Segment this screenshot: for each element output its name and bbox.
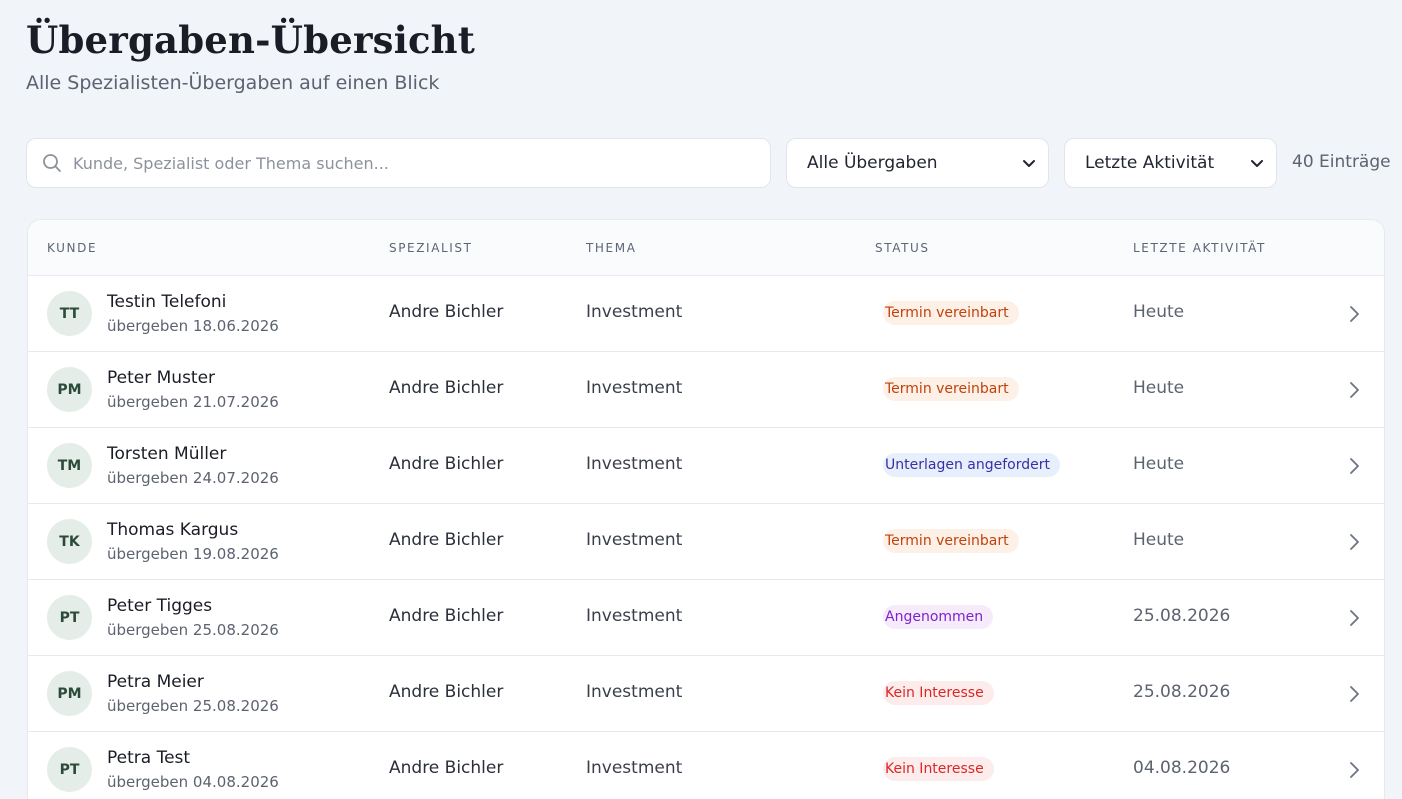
avatar: PM	[47, 671, 92, 716]
column-header-last-activity[interactable]: Letzte Aktivität	[1133, 241, 1266, 255]
topic: Investment	[586, 378, 683, 398]
page-title: Übergaben-Übersicht	[26, 18, 476, 62]
last-activity: Heute	[1133, 378, 1185, 398]
avatar: TM	[47, 443, 92, 488]
customer-name: Thomas Kargus	[107, 520, 239, 540]
customer-name: Petra Meier	[107, 672, 204, 692]
page-subtitle: Alle Spezialisten-Übergaben auf einen Bl…	[26, 72, 440, 94]
chevron-right-icon[interactable]	[1346, 532, 1362, 552]
avatar: PT	[47, 747, 92, 792]
specialist-name: Andre Bichler	[389, 378, 504, 398]
column-header-topic[interactable]: Thema	[586, 241, 637, 255]
table-row[interactable]: TT Testin Telefoni übergeben 18.06.2026 …	[28, 276, 1384, 352]
entry-count: 40 Einträge	[1292, 152, 1391, 172]
topic: Investment	[586, 530, 683, 550]
column-header-status[interactable]: Status	[875, 241, 930, 255]
customer-name: Petra Test	[107, 748, 191, 768]
table-row[interactable]: PT Peter Tigges übergeben 25.08.2026 And…	[28, 580, 1384, 656]
column-header-specialist[interactable]: Spezialist	[389, 241, 473, 255]
specialist-name: Andre Bichler	[389, 606, 504, 626]
last-activity: Heute	[1133, 530, 1185, 550]
table-row[interactable]: TK Thomas Kargus übergeben 19.08.2026 An…	[28, 504, 1384, 580]
chevron-right-icon[interactable]	[1346, 456, 1362, 476]
last-activity: 04.08.2026	[1133, 758, 1231, 778]
handover-date: übergeben 04.08.2026	[107, 773, 279, 791]
chevron-down-icon	[1022, 156, 1036, 170]
table-row[interactable]: PM Petra Meier übergeben 25.08.2026 Andr…	[28, 656, 1384, 732]
handover-date: übergeben 24.07.2026	[107, 469, 279, 487]
search-box[interactable]	[26, 138, 771, 188]
status-badge: Angenommen	[883, 605, 994, 629]
avatar: PM	[47, 367, 92, 412]
customer-name: Testin Telefoni	[107, 292, 227, 312]
chevron-right-icon[interactable]	[1346, 684, 1362, 704]
specialist-name: Andre Bichler	[389, 758, 504, 778]
avatar: TK	[47, 519, 92, 564]
handover-table: Kunde Spezialist Thema Status Letzte Akt…	[27, 219, 1385, 799]
specialist-name: Andre Bichler	[389, 530, 504, 550]
status-badge: Kein Interesse	[883, 757, 994, 781]
avatar: TT	[47, 291, 92, 336]
table-header: Kunde Spezialist Thema Status Letzte Akt…	[28, 220, 1384, 276]
search-input[interactable]	[73, 139, 770, 187]
chevron-down-icon	[1250, 156, 1264, 170]
chevron-right-icon[interactable]	[1346, 760, 1362, 780]
handover-filter-select[interactable]: Alle Übergaben	[786, 138, 1049, 188]
status-badge: Termin vereinbart	[883, 301, 1019, 325]
specialist-name: Andre Bichler	[389, 302, 504, 322]
customer-name: Torsten Müller	[107, 444, 227, 464]
search-icon	[41, 152, 63, 174]
handover-date: übergeben 19.08.2026	[107, 545, 279, 563]
specialist-name: Andre Bichler	[389, 454, 504, 474]
chevron-right-icon[interactable]	[1346, 304, 1362, 324]
customer-name: Peter Tigges	[107, 596, 213, 616]
last-activity: 25.08.2026	[1133, 606, 1231, 626]
handover-date: übergeben 21.07.2026	[107, 393, 279, 411]
topic: Investment	[586, 758, 683, 778]
last-activity: 25.08.2026	[1133, 682, 1231, 702]
status-badge: Kein Interesse	[883, 681, 994, 705]
handover-date: übergeben 25.08.2026	[107, 697, 279, 715]
chevron-right-icon[interactable]	[1346, 608, 1362, 628]
handover-date: übergeben 25.08.2026	[107, 621, 279, 639]
handover-date: übergeben 18.06.2026	[107, 317, 279, 335]
topic: Investment	[586, 454, 683, 474]
table-row[interactable]: PT Petra Test übergeben 04.08.2026 Andre…	[28, 732, 1384, 799]
status-badge: Termin vereinbart	[883, 377, 1019, 401]
status-badge: Unterlagen angefordert	[883, 453, 1060, 477]
last-activity: Heute	[1133, 454, 1185, 474]
sort-select[interactable]: Letzte Aktivität	[1064, 138, 1277, 188]
status-badge: Termin vereinbart	[883, 529, 1019, 553]
column-header-customer[interactable]: Kunde	[47, 241, 97, 255]
topic: Investment	[586, 682, 683, 702]
specialist-name: Andre Bichler	[389, 682, 504, 702]
chevron-right-icon[interactable]	[1346, 380, 1362, 400]
table-row[interactable]: PM Peter Muster übergeben 21.07.2026 And…	[28, 352, 1384, 428]
topic: Investment	[586, 302, 683, 322]
table-body: TT Testin Telefoni übergeben 18.06.2026 …	[28, 276, 1384, 799]
last-activity: Heute	[1133, 302, 1185, 322]
customer-name: Peter Muster	[107, 368, 216, 388]
avatar: PT	[47, 595, 92, 640]
table-row[interactable]: TM Torsten Müller übergeben 24.07.2026 A…	[28, 428, 1384, 504]
sort-value: Letzte Aktivität	[1085, 153, 1215, 173]
handover-filter-value: Alle Übergaben	[807, 153, 938, 173]
topic: Investment	[586, 606, 683, 626]
